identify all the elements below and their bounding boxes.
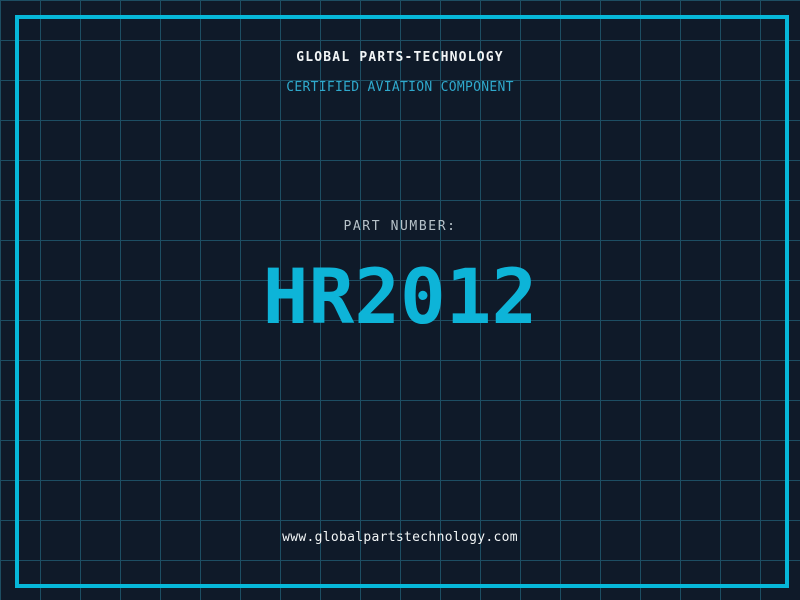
part-number-value: HR2012	[262, 252, 538, 341]
website-url: www.globalpartstechnology.com	[282, 530, 518, 545]
certification-tagline: CERTIFIED AVIATION COMPONENT	[286, 80, 514, 95]
part-number-label: PART NUMBER:	[343, 219, 457, 234]
company-name: GLOBAL PARTS-TECHNOLOGY	[296, 50, 504, 65]
blueprint-page: GLOBAL PARTS-TECHNOLOGY CERTIFIED AVIATI…	[0, 0, 800, 600]
